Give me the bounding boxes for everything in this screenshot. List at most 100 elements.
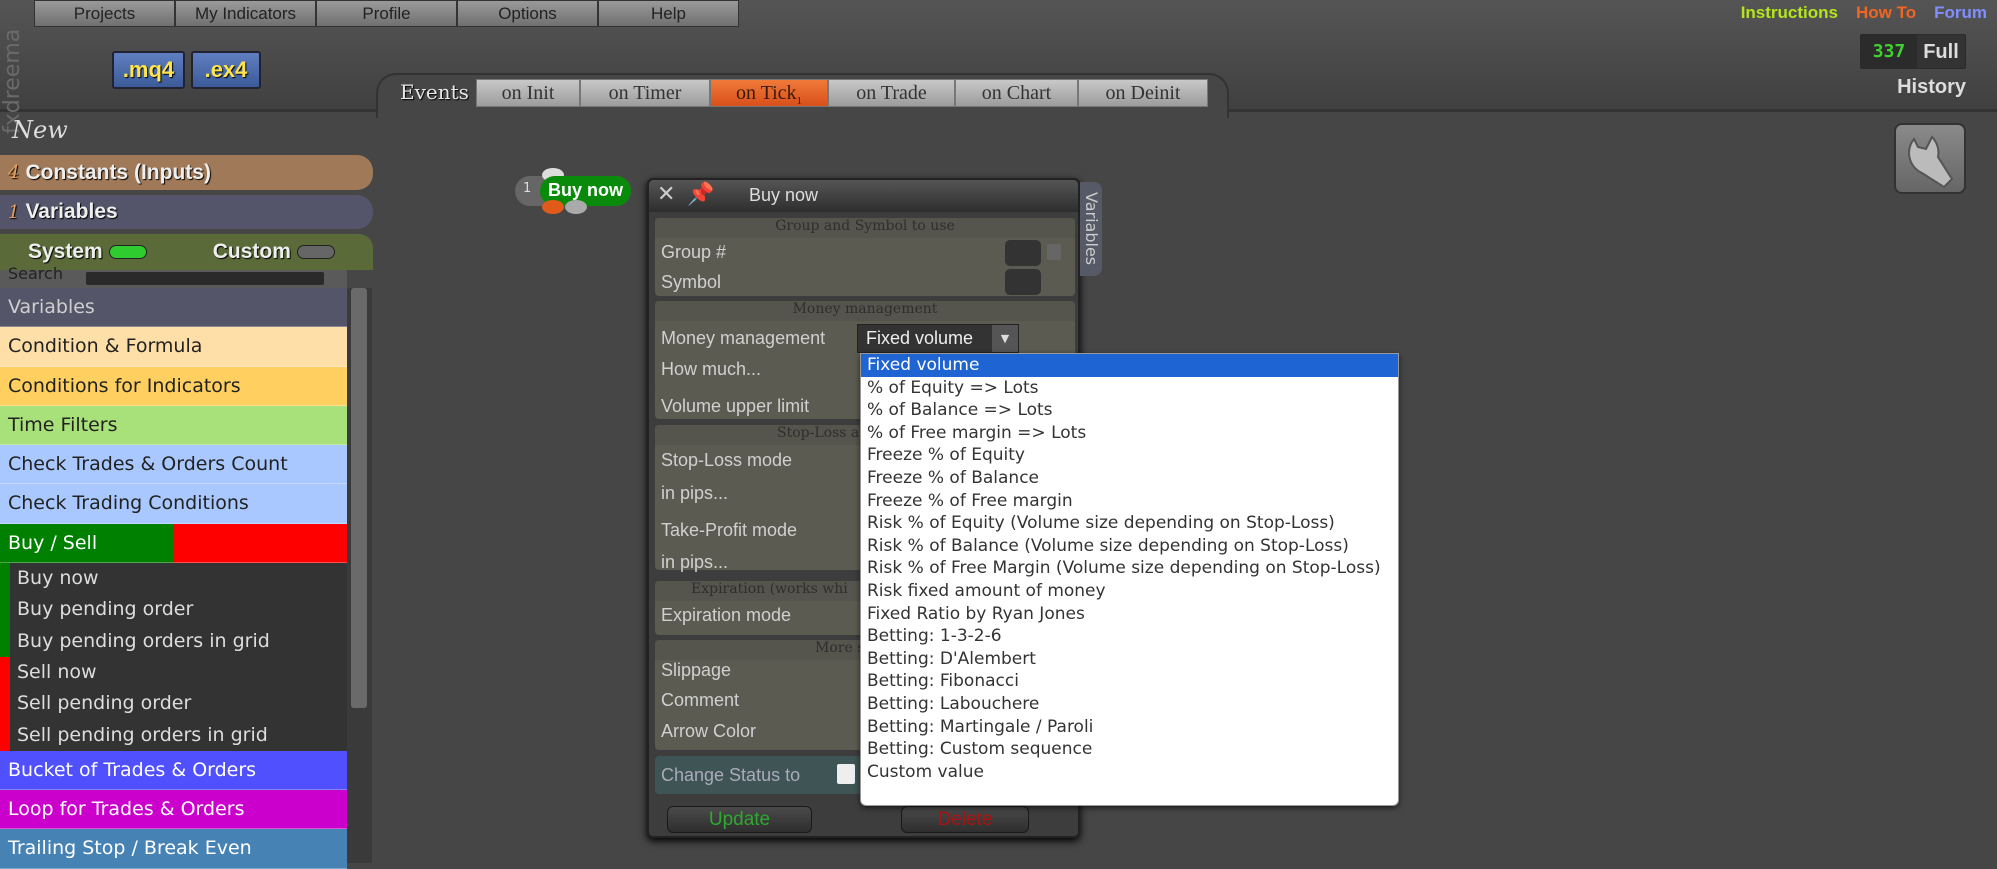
dropdown-option[interactable]: % of Free margin => Lots [861, 422, 1398, 445]
constants-label: Constants (Inputs) [25, 160, 211, 184]
dropdown-option[interactable]: Freeze % of Equity [861, 444, 1398, 467]
dropdown-option[interactable]: Betting: Martingale / Paroli [861, 716, 1398, 739]
variables-side-tab[interactable]: Variables [1080, 182, 1102, 276]
tab-on-init[interactable]: on Init [476, 79, 580, 107]
tab-label: on Init [501, 82, 555, 104]
new-label: New [12, 116, 68, 144]
how-much-label: How much... [661, 359, 762, 379]
sidebar-item[interactable]: Variables [0, 288, 347, 328]
dropdown-option[interactable]: Betting: Fibonacci [861, 670, 1398, 693]
arrow-color-label: Arrow Color [661, 721, 757, 741]
sidebar-subitem[interactable]: Buy pending orders in grid [0, 625, 347, 657]
dropdown-option[interactable]: Freeze % of Free margin [861, 490, 1398, 513]
sidebar-scrollbar[interactable] [347, 288, 372, 863]
dropdown-option[interactable]: Fixed volume [861, 354, 1398, 377]
menu-projects[interactable]: Projects [34, 0, 175, 27]
sidebar-item[interactable]: Check Trades & Orders Count [0, 445, 347, 485]
tab-label: on Tick [735, 82, 797, 104]
scrollbar-thumb[interactable] [351, 288, 367, 708]
take-profit-mode-label: Take-Profit mode [661, 520, 798, 540]
custom-toggle[interactable] [296, 245, 335, 259]
dropdown-option[interactable]: Custom value [861, 761, 1398, 784]
tab-on-timer[interactable]: on Timer [580, 79, 710, 107]
menu-help[interactable]: Help [598, 0, 739, 27]
change-status-checkbox[interactable] [837, 764, 855, 784]
dialog-titlebar[interactable]: ✕ 📌 Buy now [649, 180, 1078, 212]
dropdown-option[interactable]: Risk fixed amount of money [861, 580, 1398, 603]
history-link[interactable]: History [1884, 76, 1966, 99]
sidebar-subitem[interactable]: Buy pending order [0, 594, 347, 626]
variables-label: Variables [25, 200, 118, 223]
dropdown-option[interactable]: Betting: D'Alembert [861, 648, 1398, 671]
sidebar-item[interactable]: Time Filters [0, 405, 347, 446]
variables-section[interactable]: 1 Variables [0, 195, 373, 229]
node-output-connector-false[interactable] [542, 200, 564, 214]
menu-options[interactable]: Options [457, 0, 598, 27]
sidebar-subitem[interactable]: Sell pending orders in grid [0, 719, 347, 751]
tab-badge: 1 [796, 95, 803, 107]
tab-on-tick[interactable]: on Tick1 [710, 79, 828, 107]
system-toggle[interactable] [108, 245, 147, 259]
link-forum[interactable]: Forum [1934, 3, 1987, 23]
link-how-to[interactable]: How To [1856, 3, 1916, 23]
group-input[interactable] [1005, 240, 1041, 266]
sidebar-subitem[interactable]: Buy now [0, 563, 347, 595]
delete-button[interactable]: Delete [901, 806, 1029, 833]
history-counter[interactable]: 337 Full [1860, 34, 1966, 69]
volume-upper-limit-label: Volume upper limit [661, 396, 810, 416]
sidebar-item[interactable]: Loop for Trades & Orders [0, 790, 347, 830]
link-instructions[interactable]: Instructions [1741, 3, 1838, 23]
top-links: Instructions How To Forum [1741, 3, 1987, 23]
dropdown-option[interactable]: % of Balance => Lots [861, 399, 1398, 422]
sidebar-item[interactable]: Bucket of Trades & Orders [0, 750, 347, 791]
event-tabs: on Init on Timer on Tick1 on Trade on Chart o… [476, 79, 1208, 107]
dropdown-option[interactable]: Risk % of Free Margin (Volume size depen… [861, 557, 1398, 580]
dropdown-option[interactable]: Betting: 1-3-2-6 [861, 625, 1398, 648]
menu-my-indicators[interactable]: My Indicators [175, 0, 316, 27]
export-mq4-button[interactable]: .mq4 [112, 51, 185, 89]
tab-label: on Chart [981, 82, 1052, 104]
tab-label: on Timer [608, 82, 682, 104]
search-label: Search [8, 264, 63, 282]
dropdown-option[interactable]: Betting: Labouchere [861, 693, 1398, 716]
dropdown-option[interactable]: % of Equity => Lots [861, 377, 1398, 400]
sidebar-item[interactable]: Condition & Formula [0, 327, 347, 367]
update-button[interactable]: Update [667, 806, 812, 833]
sidebar-item[interactable]: Buy / Sell [0, 523, 347, 564]
dropdown-option[interactable]: Freeze % of Balance [861, 467, 1398, 490]
sidebar-subitem[interactable]: Sell now [0, 656, 347, 689]
group-checkbox[interactable] [1047, 244, 1061, 260]
group-label: Group # [661, 242, 727, 262]
variables-count: 1 [8, 201, 20, 223]
tab-label: on Deinit [1105, 82, 1181, 104]
symbol-input[interactable] [1005, 269, 1041, 295]
pin-icon[interactable]: 📌 [687, 182, 714, 207]
dropdown-option[interactable]: Risk % of Balance (Volume size depending… [861, 535, 1398, 558]
menu-profile[interactable]: Profile [316, 0, 457, 27]
money-management-select[interactable]: Fixed volume ▼ [857, 324, 1019, 353]
settings-button[interactable] [1894, 123, 1966, 194]
fxdreema-logo: fxdreema [0, 28, 25, 134]
sidebar-subitem[interactable]: Sell pending order [0, 688, 347, 720]
stop-loss-mode-label: Stop-Loss mode [661, 450, 793, 470]
sidebar-item[interactable]: Conditions for Indicators [0, 366, 347, 406]
node-output-connector[interactable] [565, 200, 587, 214]
system-label: System [28, 240, 103, 263]
tab-on-trade[interactable]: on Trade [828, 79, 955, 107]
close-icon[interactable]: ✕ [657, 182, 675, 207]
block-node-buy-now[interactable]: 1 Buy now [515, 168, 631, 214]
constants-section[interactable]: 4 Constants (Inputs) [0, 155, 373, 190]
comment-label: Comment [661, 690, 740, 710]
change-status-label: Change Status to [661, 765, 801, 785]
dropdown-option[interactable]: Betting: Custom sequence [861, 738, 1398, 761]
search-input[interactable] [86, 272, 324, 285]
dropdown-option[interactable]: Fixed Ratio by Ryan Jones [861, 603, 1398, 626]
export-ex4-button[interactable]: .ex4 [191, 51, 261, 89]
dropdown-option[interactable]: Risk % of Equity (Volume size depending … [861, 512, 1398, 535]
tab-on-deinit[interactable]: on Deinit [1078, 79, 1208, 107]
section-header: Money management [655, 301, 1075, 321]
chevron-down-icon[interactable]: ▼ [992, 325, 1018, 352]
tab-on-chart[interactable]: on Chart [955, 79, 1078, 107]
node-number: 1 [523, 181, 532, 196]
sidebar-item[interactable]: Check Trading Conditions [0, 484, 347, 524]
